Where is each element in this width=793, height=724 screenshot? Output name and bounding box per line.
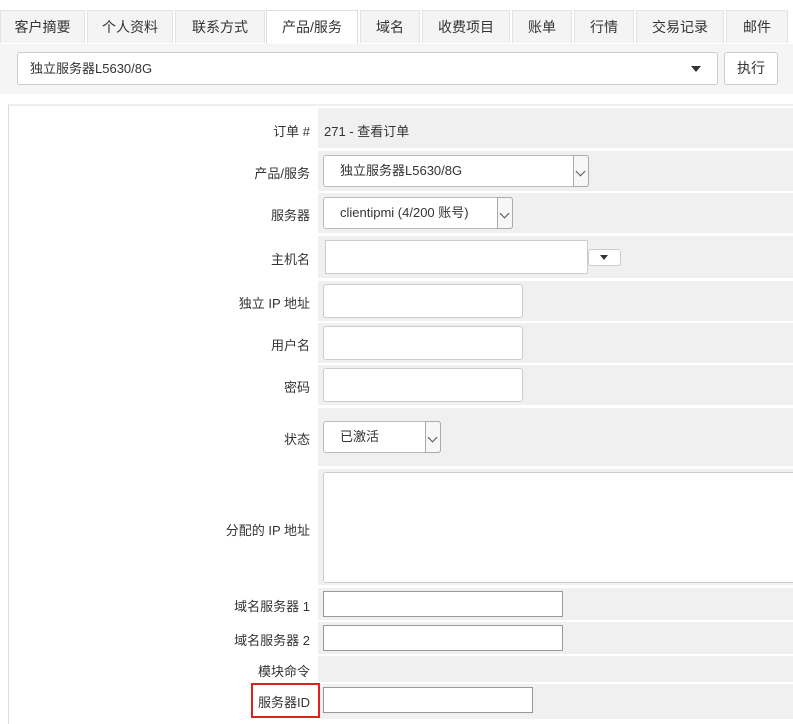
server-select[interactable]: clientipmi (4/200 账号) bbox=[323, 197, 513, 229]
assigned-ips-label: 分配的 IP 地址 bbox=[225, 523, 310, 538]
service-select-value: 独立服务器L5630/8G bbox=[30, 61, 153, 76]
hostname-input[interactable] bbox=[325, 240, 588, 274]
server-id-highlight-box bbox=[251, 683, 320, 718]
dedicated-ip-label: 独立 IP 地址 bbox=[238, 296, 310, 311]
tab-client-summary[interactable]: 客户摘要 bbox=[0, 10, 85, 43]
tab-emails[interactable]: 邮件 bbox=[726, 10, 788, 43]
status-label: 状态 bbox=[283, 432, 310, 447]
order-value[interactable]: 271 - 查看订单 bbox=[324, 121, 409, 140]
tab-products-services[interactable]: 产品/服务 bbox=[266, 10, 358, 45]
tab-invoices[interactable]: 账单 bbox=[512, 10, 572, 43]
ns1-label: 域名服务器 1 bbox=[234, 599, 310, 614]
tab-profile[interactable]: 个人资料 bbox=[87, 10, 173, 43]
server-id-input[interactable] bbox=[323, 687, 533, 713]
hostname-dropdown-button[interactable] bbox=[588, 249, 621, 266]
server-label: 服务器 bbox=[270, 208, 310, 223]
product-select[interactable]: 独立服务器L5630/8G bbox=[323, 155, 589, 187]
module-commands-field-bg bbox=[318, 656, 793, 682]
chevron-down-icon bbox=[497, 197, 513, 229]
ns2-label: 域名服务器 2 bbox=[234, 633, 310, 648]
password-input[interactable] bbox=[323, 368, 523, 402]
caret-down-icon bbox=[600, 255, 608, 260]
execute-button[interactable]: 执行 bbox=[724, 52, 778, 85]
tab-quotes[interactable]: 行情 bbox=[574, 10, 634, 43]
server-select-value: clientipmi (4/200 账号) bbox=[340, 205, 469, 220]
module-commands-label: 模块命令 bbox=[257, 664, 310, 679]
chevron-down-icon bbox=[425, 421, 441, 453]
ns1-input[interactable] bbox=[323, 591, 563, 617]
chevron-down-icon bbox=[573, 155, 589, 187]
tab-bar: 客户摘要 个人资料 联系方式 产品/服务 域名 收费项目 账单 行情 交易记录 … bbox=[0, 0, 793, 45]
chevron-down-icon bbox=[691, 66, 701, 72]
tab-contacts[interactable]: 联系方式 bbox=[175, 10, 265, 43]
assigned-ips-textarea[interactable] bbox=[323, 472, 793, 583]
tab-billable-items[interactable]: 收费项目 bbox=[422, 10, 510, 43]
product-select-value: 独立服务器L5630/8G bbox=[340, 163, 463, 178]
ns2-input[interactable] bbox=[323, 625, 563, 651]
product-label: 产品/服务 bbox=[254, 166, 310, 181]
hostname-label: 主机名 bbox=[270, 252, 310, 267]
dedicated-ip-input[interactable] bbox=[323, 284, 523, 318]
order-label: 订单 # bbox=[273, 124, 310, 139]
tab-domains[interactable]: 域名 bbox=[360, 10, 420, 43]
status-select[interactable]: 已激活 bbox=[323, 421, 441, 453]
status-select-value: 已激活 bbox=[340, 429, 380, 444]
tab-transactions[interactable]: 交易记录 bbox=[636, 10, 724, 43]
password-label: 密码 bbox=[283, 380, 310, 395]
service-select[interactable]: 独立服务器L5630/8G bbox=[17, 52, 718, 85]
username-input[interactable] bbox=[323, 326, 523, 360]
username-label: 用户名 bbox=[270, 338, 310, 353]
